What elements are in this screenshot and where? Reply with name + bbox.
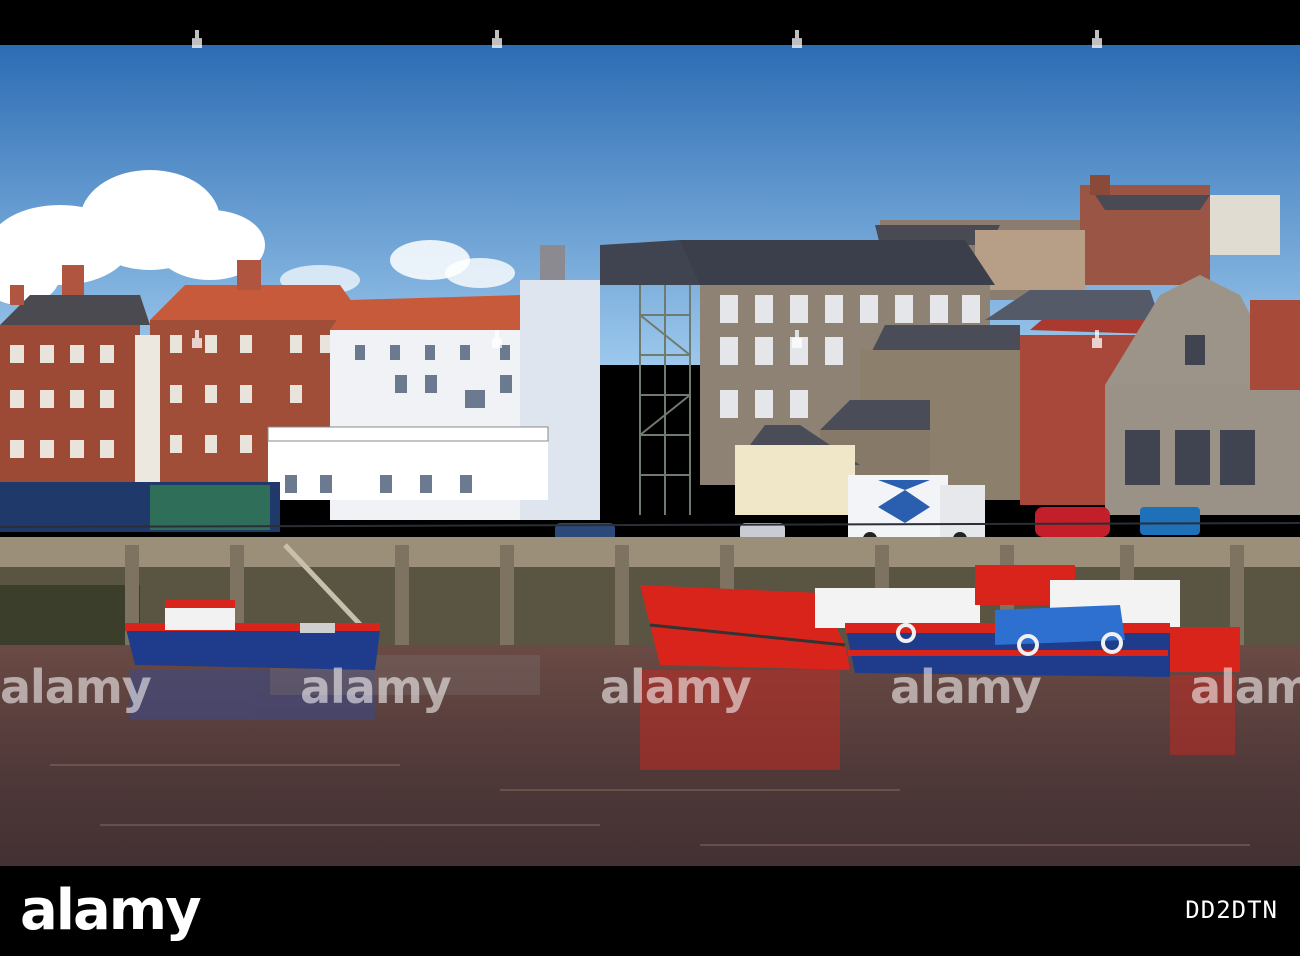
watermark-icon xyxy=(1092,330,1102,348)
watermark-icon xyxy=(492,330,502,348)
watermark-icon xyxy=(792,30,802,48)
watermark-text: alamy xyxy=(890,660,1042,714)
delivery-truck xyxy=(848,475,985,546)
brand-logo: alamy xyxy=(20,878,202,943)
watermark-icon xyxy=(1092,30,1102,48)
watermark-text: alamy xyxy=(600,660,752,714)
footer-bar: alamy DD2DTN xyxy=(0,866,1300,956)
watermark-text: alamy xyxy=(0,660,152,714)
watermark-icon xyxy=(192,30,202,48)
watermark-text: alamy xyxy=(300,660,452,714)
watermark-icon xyxy=(492,30,502,48)
watermark-icon xyxy=(792,330,802,348)
watermark-text: alamy xyxy=(1190,660,1300,714)
green-shopfront xyxy=(150,485,270,530)
harbour-photo xyxy=(0,45,1300,911)
watermark-icon xyxy=(192,330,202,348)
image-id: DD2DTN xyxy=(1185,896,1278,924)
brick-building-left xyxy=(0,265,150,485)
